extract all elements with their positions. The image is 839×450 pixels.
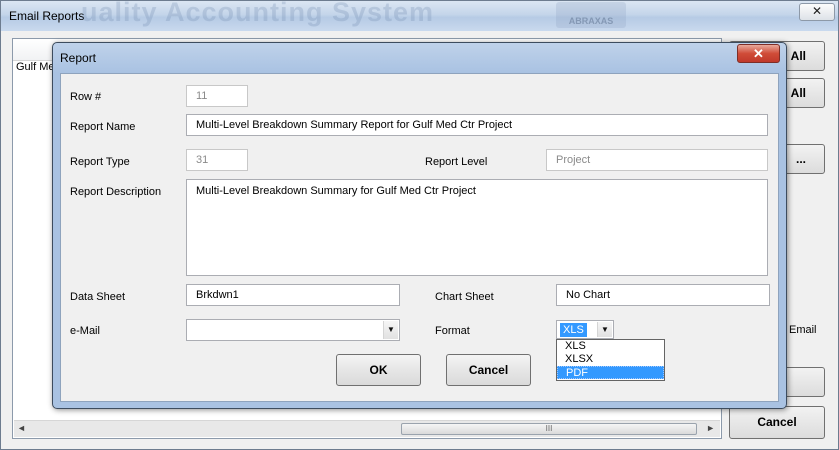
report-type-field: 31 (186, 149, 248, 171)
scroll-left-icon[interactable]: ◄ (17, 423, 26, 433)
dialog-title: Report (60, 51, 97, 65)
data-sheet-label: Data Sheet (70, 291, 126, 303)
horizontal-scrollbar[interactable]: ◄ III ► (14, 420, 720, 437)
report-level-label: Report Level (425, 156, 488, 168)
scroll-right-icon[interactable]: ► (706, 423, 715, 433)
format-selected-value: XLS (560, 323, 587, 337)
window-title: Email Reports (9, 9, 85, 23)
email-button-label: Email (789, 324, 817, 336)
dialog-close-button[interactable]: ✕ (737, 44, 780, 63)
report-dialog: Report ✕ Row # 11 Report Name Multi-Leve… (52, 42, 787, 409)
format-label: Format (435, 325, 470, 337)
format-dropdown-list: XLS XLSX PDF (556, 339, 665, 381)
chevron-down-icon[interactable]: ▼ (383, 321, 398, 339)
report-name-label: Report Name (70, 121, 136, 133)
data-sheet-field[interactable]: Brkdwn1 (186, 284, 400, 306)
format-option-xlsx[interactable]: XLSX (557, 353, 664, 366)
row-number-field: 11 (186, 85, 248, 107)
report-type-label: Report Type (70, 156, 130, 168)
chart-sheet-field[interactable]: No Chart (556, 284, 770, 306)
email-reports-titlebar: Email Reports uality Accounting System A… (1, 1, 838, 31)
scroll-thumb[interactable]: III (401, 423, 697, 435)
email-label: e-Mail (70, 325, 100, 337)
email-combobox[interactable]: ▼ (186, 319, 400, 341)
chart-sheet-label: Chart Sheet (435, 291, 494, 303)
app-logo: ABRAXAS (556, 2, 626, 28)
ok-button[interactable]: OK (336, 354, 421, 386)
window-close-button[interactable]: ✕ (799, 3, 835, 21)
report-description-label: Report Description (70, 186, 162, 198)
cancel-button[interactable]: Cancel (446, 354, 531, 386)
dialog-body: Row # 11 Report Name Multi-Level Breakdo… (60, 73, 779, 402)
report-name-field[interactable]: Multi-Level Breakdown Summary Report for… (186, 114, 768, 136)
format-combobox[interactable]: XLS ▼ (556, 320, 614, 339)
chevron-down-icon[interactable]: ▼ (597, 322, 612, 337)
format-option-xls[interactable]: XLS (557, 340, 664, 353)
format-option-pdf[interactable]: PDF (557, 366, 664, 379)
report-description-field[interactable]: Multi-Level Breakdown Summary for Gulf M… (186, 179, 768, 276)
window-cancel-button[interactable]: Cancel (729, 406, 825, 439)
row-number-label: Row # (70, 91, 102, 103)
report-level-field: Project (546, 149, 768, 171)
app-watermark: uality Accounting System (81, 1, 435, 27)
